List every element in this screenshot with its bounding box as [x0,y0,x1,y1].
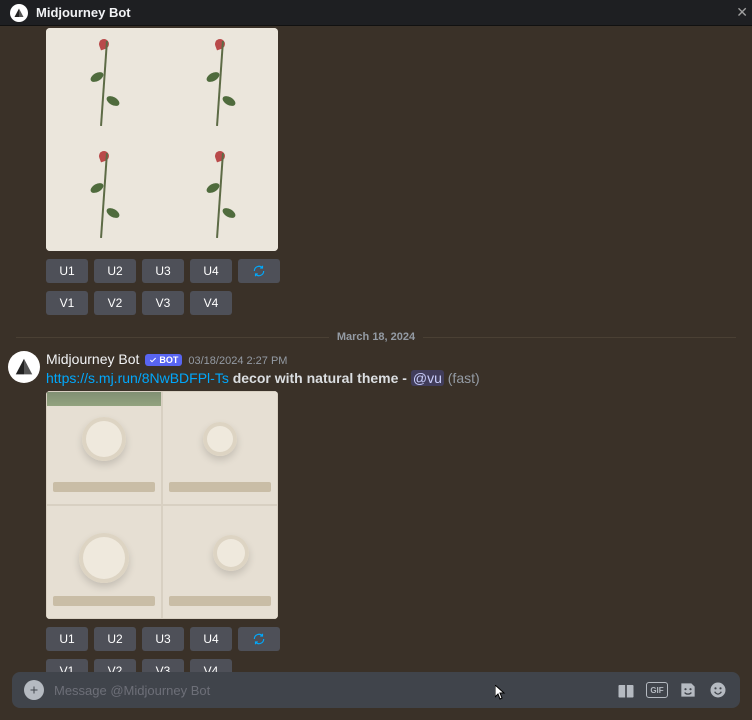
message-list: U1 U2 U3 U4 V1 V2 V3 V4 March 18, 2024 M… [0,26,752,674]
plus-icon [28,684,40,696]
dm-header: Midjourney Bot ✕ [0,0,752,26]
bot-avatar-small [10,4,28,22]
u3-button[interactable]: U3 [142,627,184,651]
reroll-icon [252,264,266,278]
v4-button[interactable]: V4 [190,291,232,315]
attach-button[interactable] [24,680,44,700]
sticker-icon[interactable] [678,680,698,700]
prompt-text-inner: decor with natural theme [233,370,399,386]
prompt-text: decor with natural theme [233,370,399,386]
u1-button[interactable]: U1 [46,627,88,651]
user-mention[interactable]: @vu [411,370,444,386]
emoji-icon[interactable] [708,680,728,700]
u4-button[interactable]: U4 [190,627,232,651]
close-icon[interactable]: ✕ [736,4,748,21]
gift-icon[interactable] [616,680,636,700]
reroll-icon [252,632,266,646]
reroll-button[interactable] [238,627,280,651]
mode-label: (fast) [444,370,480,386]
u2-button[interactable]: U2 [94,627,136,651]
message-timestamp: 03/18/2024 2:27 PM [188,355,287,367]
v2-button[interactable]: V2 [94,291,136,315]
u4-button[interactable]: U4 [190,259,232,283]
image-quadrant [162,505,278,619]
author-name[interactable]: Midjourney Bot [46,351,139,367]
author-row: Midjourney Bot BOT 03/18/2024 2:27 PM [46,351,736,367]
header-title: Midjourney Bot [36,5,131,20]
u1-button[interactable]: U1 [46,259,88,283]
v3-button[interactable]: V3 [142,291,184,315]
generated-image-grid[interactable] [46,391,278,619]
u3-button[interactable]: U3 [142,259,184,283]
upscale-row: U1 U2 U3 U4 [46,259,736,283]
prompt-line: https://s.mj.run/8NwBDFPl-Ts decor with … [46,369,736,387]
date-label: March 18, 2024 [329,331,423,343]
image-quadrant [46,505,162,619]
generated-image-grid[interactable] [46,28,278,251]
date-divider: March 18, 2024 [16,331,736,343]
image-quadrant [162,140,278,252]
image-quadrant [162,391,278,505]
reroll-button[interactable] [238,259,280,283]
u2-button[interactable]: U2 [94,259,136,283]
bot-avatar[interactable] [8,351,40,383]
dash: - [398,370,410,386]
image-quadrant [162,28,278,140]
message-composer: GIF [12,672,740,708]
image-quadrant [46,391,162,505]
check-icon [149,356,157,364]
sail-icon [13,7,25,19]
mouse-cursor [495,685,507,701]
message: U1 U2 U3 U4 V1 V2 V3 V4 [0,26,752,317]
message: Midjourney Bot BOT 03/18/2024 2:27 PM ht… [0,349,752,674]
image-quadrant [46,140,162,252]
gif-button[interactable]: GIF [646,682,668,698]
bot-tag-label: BOT [159,355,178,365]
variation-row: V1 V2 V3 V4 [46,291,736,315]
upscale-row: U1 U2 U3 U4 [46,627,736,651]
message-input[interactable] [54,683,606,698]
sail-icon [13,356,35,378]
prompt-link[interactable]: https://s.mj.run/8NwBDFPl-Ts [46,370,229,386]
image-quadrant [46,28,162,140]
v1-button[interactable]: V1 [46,291,88,315]
bot-tag: BOT [145,354,182,366]
